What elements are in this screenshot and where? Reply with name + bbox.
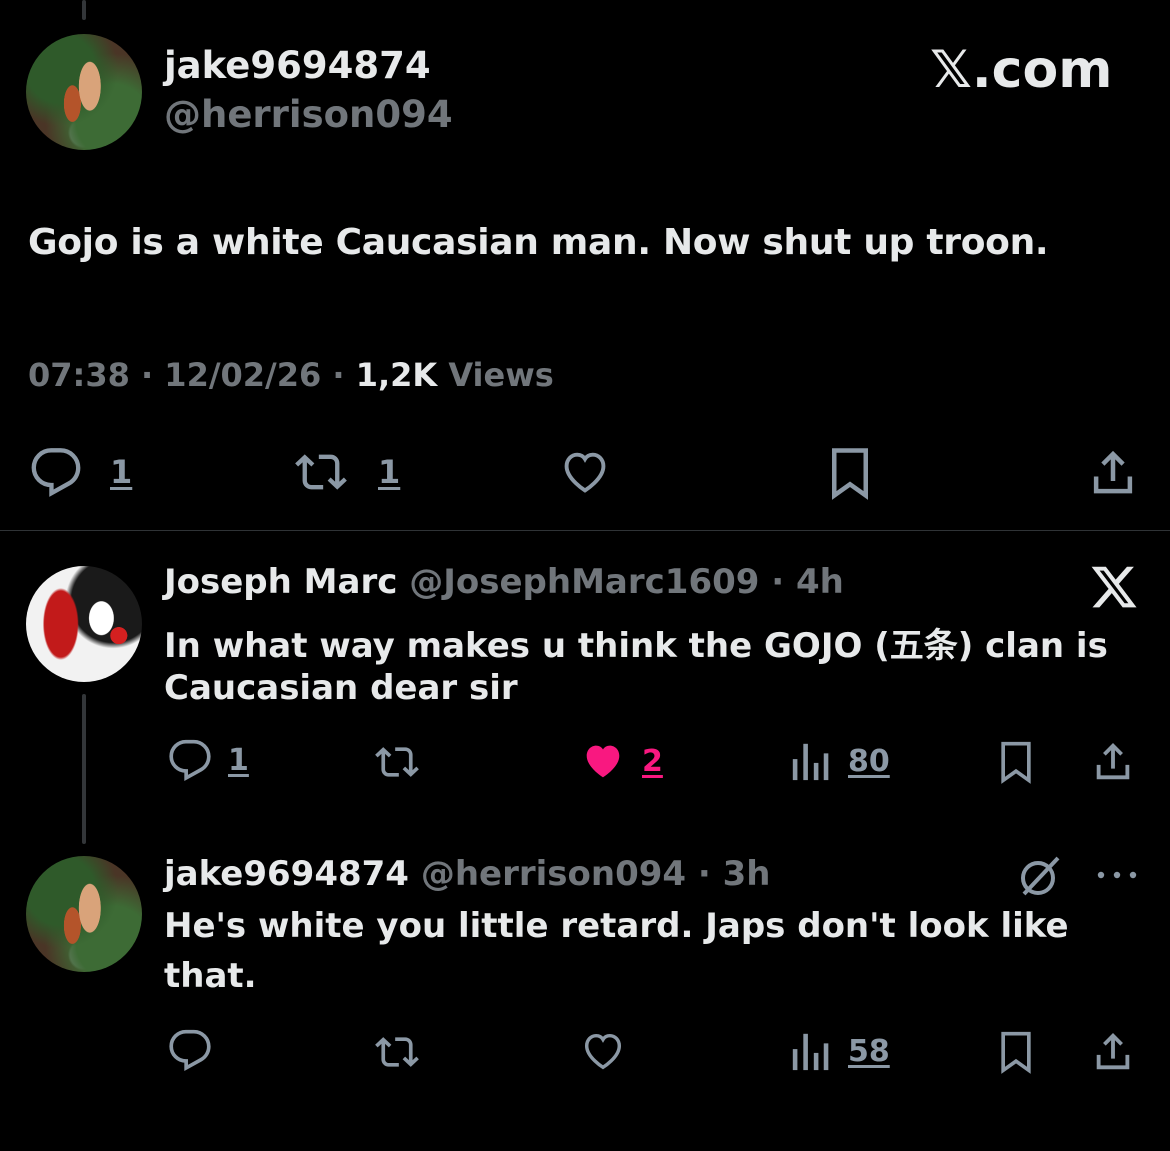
bookmark-icon xyxy=(996,740,1036,784)
reply-age[interactable]: 4h xyxy=(796,562,844,602)
like-count: 2 xyxy=(642,743,663,779)
reply-text-line-2: Caucasian dear sir xyxy=(164,668,518,708)
more-dots-icon[interactable] xyxy=(1094,868,1140,882)
meta-separator: · xyxy=(129,356,165,394)
reply-button[interactable]: 1 xyxy=(28,446,132,498)
reply-age[interactable]: 3h xyxy=(723,854,771,894)
thread-line-top xyxy=(82,0,86,20)
reply-text-line-2: that. xyxy=(164,956,257,996)
divider xyxy=(0,530,1170,531)
reply-button[interactable]: 1 xyxy=(166,738,249,782)
retweet-count: 1 xyxy=(378,453,401,491)
reply-count: 1 xyxy=(228,742,249,778)
share-icon xyxy=(1090,1028,1136,1074)
reply-text-line-1: In what way makes u think the GOJO (五条) … xyxy=(164,626,1108,666)
reply-header: jake9694874 @herrison094 · 3h xyxy=(164,854,771,894)
views-button[interactable]: 80 xyxy=(790,740,890,782)
share-button[interactable] xyxy=(1090,738,1136,784)
tweet-meta: 07:38 · 12/02/26 · 1,2K Views xyxy=(28,356,554,394)
x-logo-icon xyxy=(1088,562,1140,612)
retweet-button[interactable]: 1 xyxy=(288,446,400,498)
views-label: Views xyxy=(448,356,554,394)
retweet-button[interactable] xyxy=(368,740,426,784)
heart-filled-icon xyxy=(578,738,628,784)
views-bar-chart-icon xyxy=(790,740,830,782)
like-button[interactable] xyxy=(578,1028,628,1074)
avatar[interactable] xyxy=(26,856,142,972)
meta-separator: · xyxy=(686,854,723,894)
bookmark-button[interactable] xyxy=(996,740,1036,784)
bookmark-button[interactable] xyxy=(826,446,874,500)
views-count: 80 xyxy=(848,743,890,779)
share-icon xyxy=(1086,444,1140,500)
tweet-date[interactable]: 12/02/26 xyxy=(164,356,321,394)
retweet-button[interactable] xyxy=(368,1030,426,1074)
share-button[interactable] xyxy=(1086,444,1140,500)
reply-count: 1 xyxy=(110,453,133,491)
handle[interactable]: @herrison094 xyxy=(421,854,686,894)
meta-separator: · xyxy=(321,356,356,394)
display-name[interactable]: jake9694874 xyxy=(164,44,431,87)
views-count: 58 xyxy=(848,1033,890,1069)
views-button[interactable]: 58 xyxy=(790,1030,890,1072)
meta-separator: · xyxy=(759,562,797,602)
like-button[interactable]: 2 xyxy=(578,738,663,784)
heart-icon xyxy=(556,446,614,498)
avatar[interactable] xyxy=(26,566,142,682)
avatar[interactable] xyxy=(26,34,142,150)
reply-button[interactable] xyxy=(166,1028,214,1072)
reply-icon xyxy=(166,1028,214,1072)
x-com-brand: 𝕏.com xyxy=(930,40,1113,100)
display-name[interactable]: Joseph Marc xyxy=(164,562,397,602)
reply-header: Joseph Marc @JosephMarc1609 · 4h xyxy=(164,562,844,602)
bookmark-icon xyxy=(996,1030,1036,1074)
share-button[interactable] xyxy=(1090,1028,1136,1074)
tweet-time[interactable]: 07:38 xyxy=(28,356,130,394)
reply-icon xyxy=(28,446,84,498)
like-button[interactable] xyxy=(556,446,614,498)
display-name[interactable]: jake9694874 xyxy=(164,854,409,894)
retweet-icon xyxy=(368,1030,426,1074)
handle[interactable]: @JosephMarc1609 xyxy=(409,562,759,602)
retweet-icon xyxy=(288,446,354,498)
reply-icon xyxy=(166,738,214,782)
views-count: 1,2K xyxy=(355,356,438,394)
tweet-text: Gojo is a white Caucasian man. Now shut … xyxy=(28,222,1049,263)
heart-icon xyxy=(578,1028,628,1074)
retweet-icon xyxy=(368,740,426,784)
bookmark-icon xyxy=(826,446,874,500)
views-label xyxy=(437,356,448,394)
grok-icon[interactable] xyxy=(1016,852,1064,900)
share-icon xyxy=(1090,738,1136,784)
views-bar-chart-icon xyxy=(790,1030,830,1072)
handle[interactable]: @herrison094 xyxy=(164,93,453,136)
reply-text-line-1: He's white you little retard. Japs don't… xyxy=(164,906,1069,946)
thread-line xyxy=(82,694,86,844)
bookmark-button[interactable] xyxy=(996,1030,1036,1074)
